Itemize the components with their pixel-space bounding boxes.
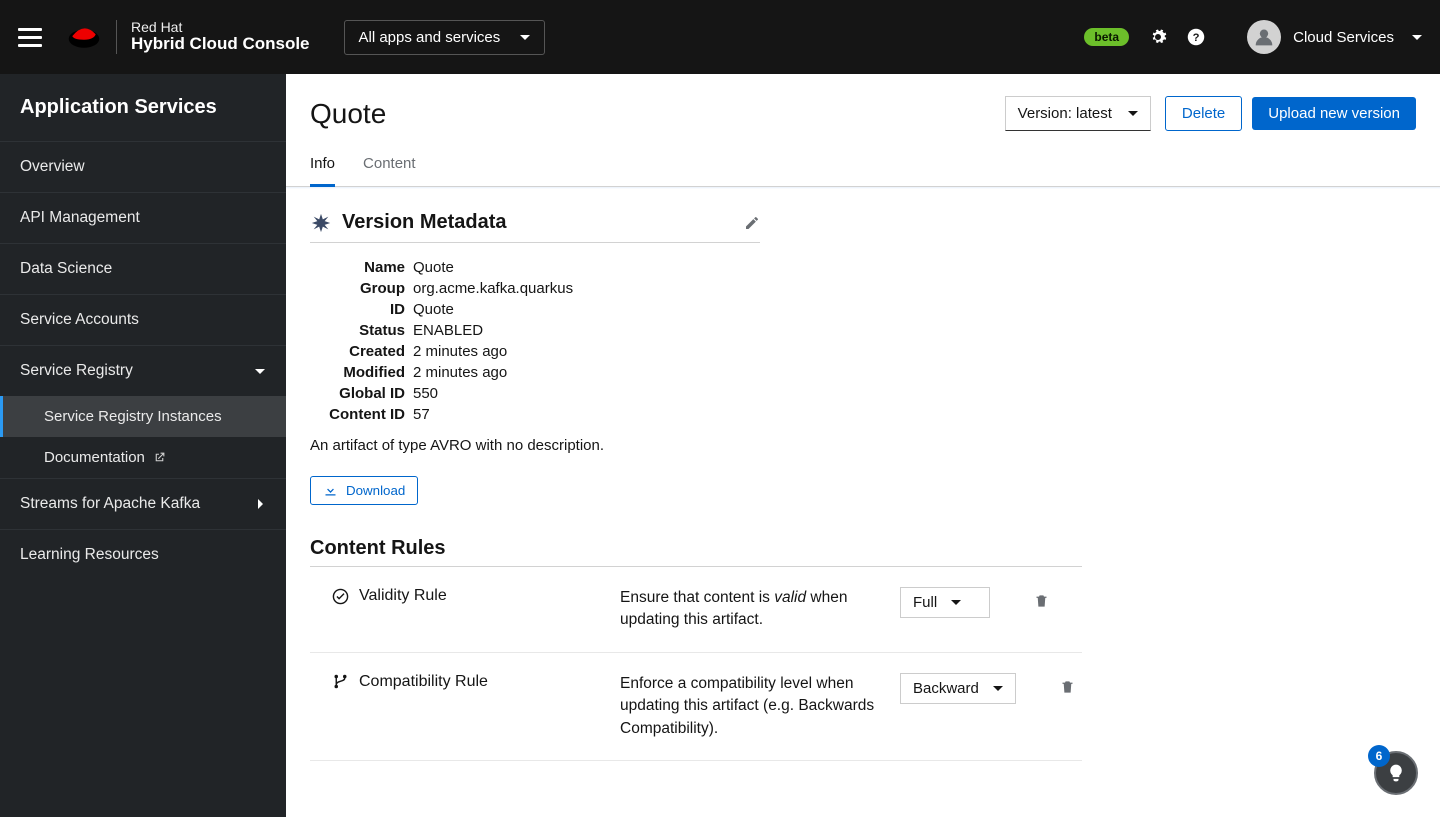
- sidebar-subitem-label: Documentation: [44, 449, 145, 466]
- sidebar-subitem-service-registry-instances[interactable]: Service Registry Instances: [0, 396, 286, 437]
- sidebar-item-api-management[interactable]: API Management: [0, 192, 286, 243]
- user-menu[interactable]: Cloud Services: [1247, 20, 1422, 54]
- meta-label: Global ID: [310, 385, 405, 402]
- svg-text:?: ?: [1193, 32, 1200, 44]
- meta-value-status: ENABLED: [413, 322, 483, 339]
- meta-value-global-id: 550: [413, 385, 438, 402]
- download-icon: [323, 483, 338, 498]
- sidebar-item-label: Streams for Apache Kafka: [20, 495, 200, 513]
- apps-dropdown-label: All apps and services: [359, 29, 501, 46]
- brand-text: Red Hat Hybrid Cloud Console: [116, 20, 310, 54]
- content-rules-title: Content Rules: [310, 537, 1082, 567]
- avatar-icon: [1247, 20, 1281, 54]
- validity-rule-description: Ensure that content is valid when updati…: [620, 587, 880, 632]
- sidebar-subitem-documentation[interactable]: Documentation: [0, 437, 286, 478]
- caret-down-icon: [1128, 111, 1138, 116]
- meta-value-name: Quote: [413, 259, 454, 276]
- page-title: Quote: [310, 98, 1005, 130]
- artifact-description: An artifact of type AVRO with no descrip…: [310, 437, 1082, 454]
- sidebar-item-label: API Management: [20, 209, 140, 227]
- metadata-table: Name Quote Group org.acme.kafka.quarkus ID…: [310, 257, 1082, 425]
- validity-rule-select[interactable]: Full: [900, 587, 990, 618]
- trash-icon[interactable]: [1060, 679, 1075, 695]
- sidebar-item-service-registry[interactable]: Service Registry: [0, 345, 286, 396]
- rule-name-label: Compatibility Rule: [359, 673, 488, 691]
- rule-name-label: Validity Rule: [359, 587, 447, 605]
- meta-label: Status: [310, 322, 405, 339]
- caret-down-icon: [993, 686, 1003, 691]
- sidebar-subitem-label: Service Registry Instances: [44, 408, 222, 425]
- trash-icon[interactable]: [1034, 593, 1049, 609]
- validity-rule-row: Validity Rule Ensure that content is val…: [310, 567, 1082, 653]
- meta-value-content-id: 57: [413, 406, 430, 423]
- external-link-icon: [153, 451, 166, 464]
- brand-logo[interactable]: Red Hat Hybrid Cloud Console: [66, 20, 310, 54]
- delete-button[interactable]: Delete: [1165, 96, 1242, 131]
- validity-rule-value: Full: [913, 594, 937, 611]
- sidebar-item-label: Data Science: [20, 260, 112, 278]
- beta-badge: beta: [1084, 28, 1129, 46]
- version-select[interactable]: Version: latest: [1005, 96, 1151, 131]
- gear-icon[interactable]: [1149, 28, 1167, 46]
- meta-label: ID: [310, 301, 405, 318]
- artifact-type-icon: [310, 212, 332, 234]
- check-circle-icon: [332, 588, 349, 605]
- sidebar-item-streams-kafka[interactable]: Streams for Apache Kafka: [0, 478, 286, 529]
- tab-info[interactable]: Info: [310, 155, 335, 187]
- meta-label: Created: [310, 343, 405, 360]
- download-button[interactable]: Download: [310, 476, 418, 505]
- lightbulb-icon: [1386, 763, 1406, 783]
- help-icon[interactable]: ?: [1187, 28, 1205, 46]
- sidebar-item-service-accounts[interactable]: Service Accounts: [0, 294, 286, 345]
- brand-line2: Hybrid Cloud Console: [131, 35, 310, 54]
- chevron-right-icon: [254, 498, 266, 510]
- caret-down-icon: [951, 600, 961, 605]
- global-header: Red Hat Hybrid Cloud Console All apps an…: [0, 0, 1440, 74]
- sidebar: Application Services Overview API Manage…: [0, 74, 286, 817]
- sidebar-item-label: Learning Resources: [20, 546, 159, 564]
- download-button-label: Download: [346, 483, 405, 498]
- section-title-text: Version Metadata: [342, 211, 507, 234]
- meta-value-created: 2 minutes ago: [413, 343, 507, 360]
- meta-label: Content ID: [310, 406, 405, 423]
- meta-value-modified: 2 minutes ago: [413, 364, 507, 381]
- sidebar-item-label: Service Accounts: [20, 311, 139, 329]
- brand-line1: Red Hat: [131, 20, 310, 35]
- version-select-label: Version: latest: [1018, 105, 1112, 122]
- meta-label: Modified: [310, 364, 405, 381]
- branch-icon: [332, 673, 349, 690]
- edit-icon[interactable]: [744, 215, 760, 231]
- meta-value-id: Quote: [413, 301, 454, 318]
- upload-new-version-button[interactable]: Upload new version: [1252, 97, 1416, 130]
- sidebar-item-learning-resources[interactable]: Learning Resources: [0, 529, 286, 580]
- caret-down-icon: [520, 35, 530, 40]
- beacon-count-badge: 6: [1368, 745, 1390, 767]
- sidebar-item-overview[interactable]: Overview: [0, 141, 286, 192]
- caret-down-icon: [1412, 35, 1422, 40]
- tab-content[interactable]: Content: [363, 155, 416, 186]
- meta-label: Group: [310, 280, 405, 297]
- meta-label: Name: [310, 259, 405, 276]
- page-header: Quote Version: latest Delete Upload new …: [286, 74, 1440, 131]
- compatibility-rule-value: Backward: [913, 680, 979, 697]
- sidebar-item-label: Overview: [20, 158, 85, 176]
- hamburger-menu-button[interactable]: [18, 28, 42, 47]
- meta-value-group: org.acme.kafka.quarkus: [413, 280, 573, 297]
- help-beacon[interactable]: 6: [1374, 751, 1418, 795]
- tab-bar: Info Content: [286, 131, 1440, 187]
- redhat-icon: [66, 23, 102, 51]
- main-content: Quote Version: latest Delete Upload new …: [286, 74, 1440, 817]
- sidebar-item-data-science[interactable]: Data Science: [0, 243, 286, 294]
- chevron-down-icon: [254, 365, 266, 377]
- user-label: Cloud Services: [1293, 29, 1394, 46]
- sidebar-item-label: Service Registry: [20, 362, 133, 380]
- compatibility-rule-row: Compatibility Rule Enforce a compatibili…: [310, 653, 1082, 761]
- version-metadata-header: Version Metadata: [310, 211, 760, 243]
- compatibility-rule-description: Enforce a compatibility level when updat…: [620, 673, 880, 740]
- compatibility-rule-select[interactable]: Backward: [900, 673, 1016, 704]
- apps-dropdown[interactable]: All apps and services: [344, 20, 546, 55]
- sidebar-title: Application Services: [0, 74, 286, 141]
